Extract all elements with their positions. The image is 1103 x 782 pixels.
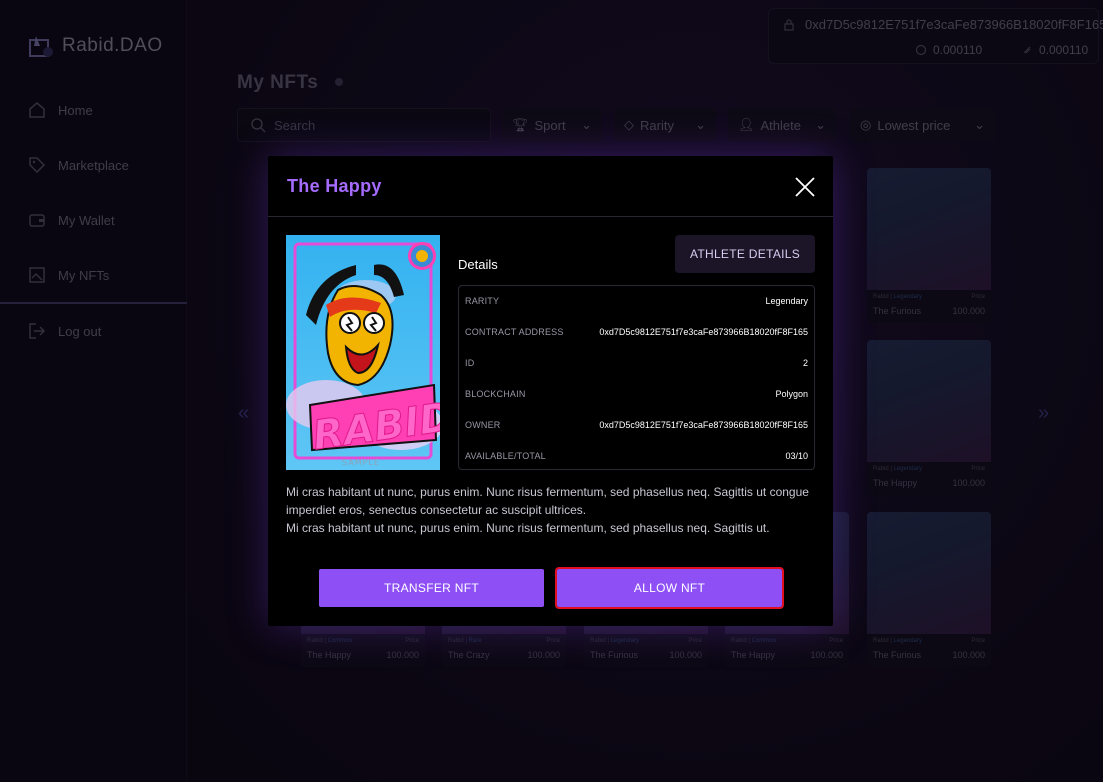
- details-value[interactable]: 0xd7D5c9812E751f7e3caFe873966B18020fF8F1…: [599, 420, 808, 430]
- details-heading: Details: [458, 257, 498, 272]
- description-paragraph: Mi cras habitant ut nunc, purus enim. Nu…: [286, 521, 770, 535]
- modal-divider: [268, 216, 833, 217]
- details-value: 2: [802, 358, 808, 368]
- details-row-owner: OWNER 0xd7D5c9812E751f7e3caFe873966B1802…: [465, 420, 808, 430]
- description-paragraph: Mi cras habitant ut nunc, purus enim. Nu…: [286, 485, 809, 517]
- details-row-blockchain: BLOCKCHAIN Polygon: [465, 389, 808, 399]
- details-key: OWNER: [465, 420, 501, 430]
- details-value: 03/10: [785, 451, 808, 461]
- details-value[interactable]: 0xd7D5c9812E751f7e3caFe873966B18020fF8F1…: [599, 327, 808, 337]
- details-key: BLOCKCHAIN: [465, 389, 526, 399]
- details-table: RARITY Legendary CONTRACT ADDRESS 0xd7D5…: [458, 285, 815, 470]
- art-caption: SAMPLE: [342, 458, 380, 467]
- details-key: AVAILABLE/TOTAL: [465, 451, 546, 461]
- transfer-nft-button[interactable]: TRANSFER NFT: [319, 569, 544, 607]
- details-value: Legendary: [765, 296, 808, 306]
- details-row-rarity: RARITY Legendary: [465, 296, 808, 306]
- nft-description: Mi cras habitant ut nunc, purus enim. Nu…: [286, 483, 816, 537]
- details-value: Polygon: [775, 389, 808, 399]
- nft-detail-modal: The Happy RABID SAMPLE Details ATHLETE D…: [268, 156, 833, 626]
- nft-artwork: RABID SAMPLE: [286, 235, 440, 470]
- details-key: CONTRACT ADDRESS: [465, 327, 564, 337]
- details-key: ID: [465, 358, 475, 368]
- allow-nft-button[interactable]: ALLOW NFT: [555, 567, 784, 609]
- details-row-id: ID 2: [465, 358, 808, 368]
- modal-title: The Happy: [287, 176, 382, 196]
- athlete-details-button[interactable]: ATHLETE DETAILS: [675, 235, 815, 273]
- details-row-contract: CONTRACT ADDRESS 0xd7D5c9812E751f7e3caFe…: [465, 327, 808, 337]
- close-icon[interactable]: [794, 176, 816, 198]
- details-row-available: AVAILABLE/TOTAL 03/10: [465, 451, 808, 461]
- details-key: RARITY: [465, 296, 500, 306]
